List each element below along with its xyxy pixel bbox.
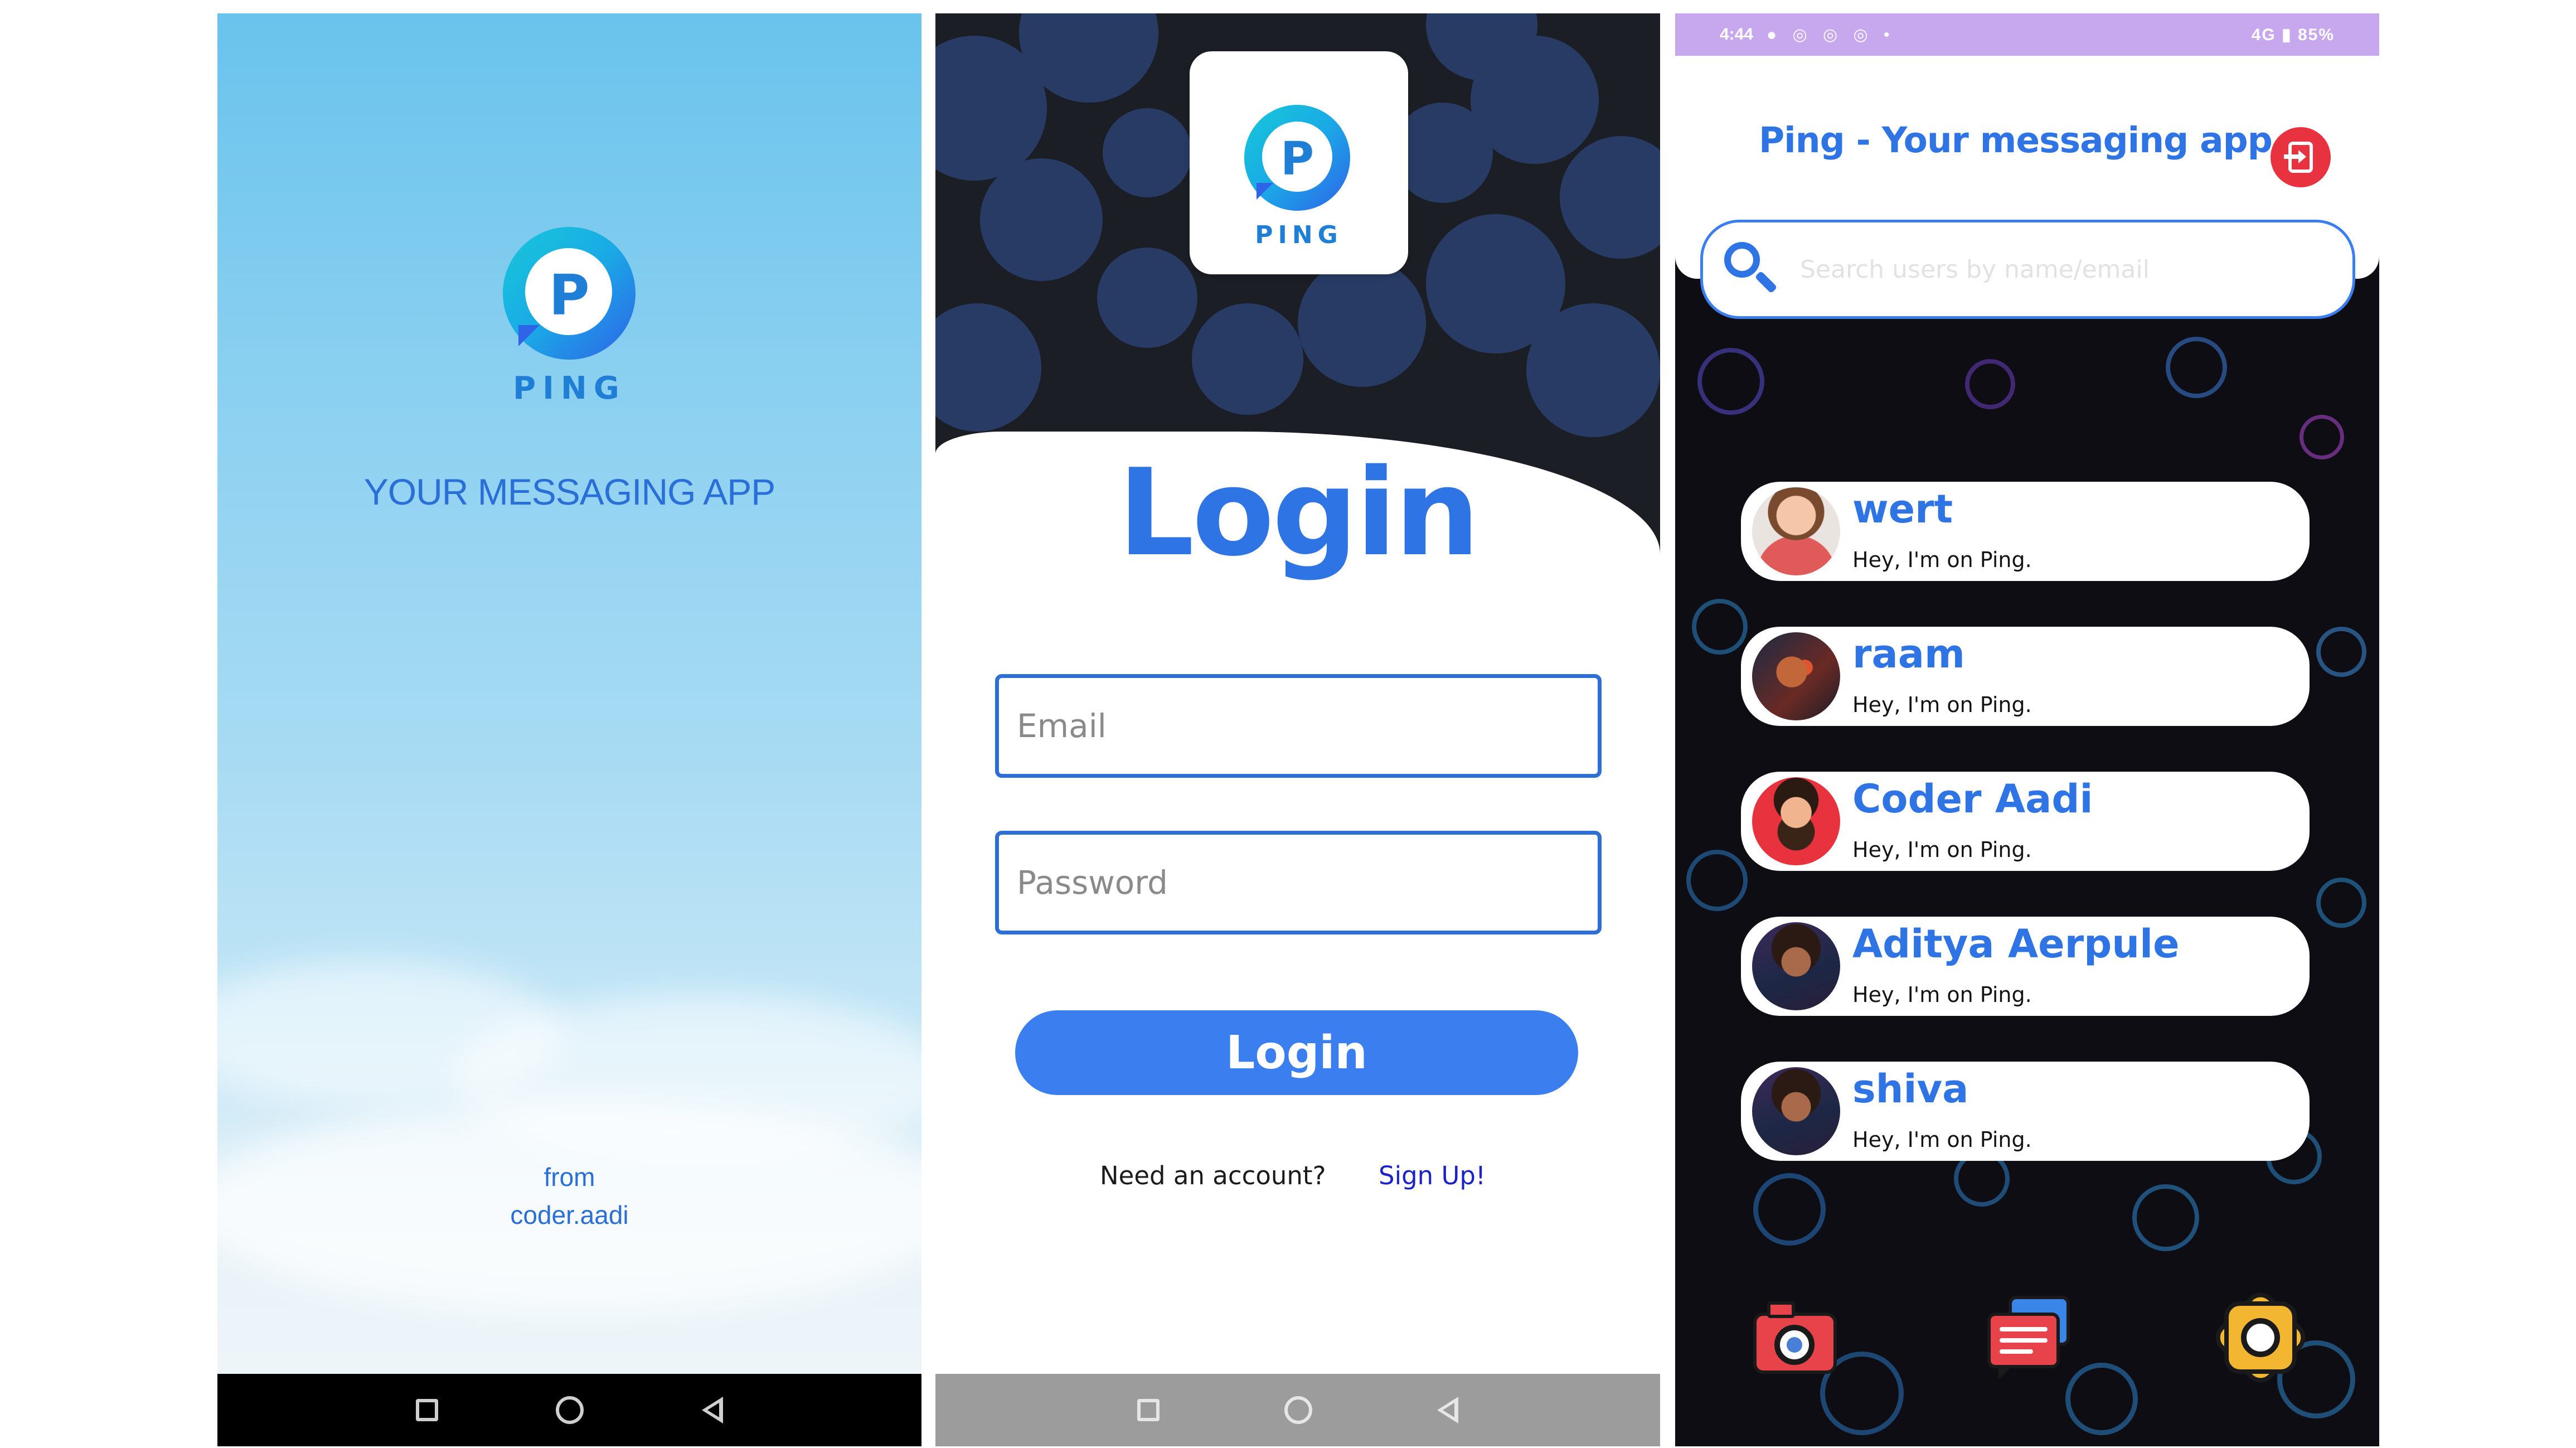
avatar — [1752, 922, 1840, 1010]
battery-label: 85% — [2297, 25, 2335, 44]
password-placeholder: Password — [1017, 864, 1168, 902]
email-placeholder: Email — [1017, 707, 1107, 745]
home-icon[interactable] — [1284, 1396, 1312, 1424]
avatar — [1752, 1067, 1840, 1155]
page-title: Login — [1118, 443, 1479, 583]
app-title: Ping - Your messaging app — [1759, 120, 2273, 161]
back-icon[interactable] — [1437, 1397, 1458, 1423]
chats-screen: 4:44 ● ◎ ◎ ◎ • 4G ▮ 85% Ping - Your mess… — [1675, 13, 2379, 1446]
login-screen: P PING Login Email Password Login Need a… — [935, 13, 1660, 1446]
ping-logo-icon: P — [503, 227, 635, 360]
author-label: coder.aadi — [510, 1200, 629, 1229]
user-status: Hey, I'm on Ping. — [1852, 837, 2032, 862]
user-name: shiva — [1852, 1066, 1969, 1112]
user-status: Hey, I'm on Ping. — [1852, 548, 2032, 572]
app-name: PING — [1255, 221, 1343, 249]
chat-list-item[interactable]: shiva Hey, I'm on Ping. — [1741, 1062, 2310, 1161]
login-button[interactable]: Login — [1015, 1010, 1578, 1095]
tagline: YOUR MESSAGING APP — [363, 471, 776, 512]
user-name: Coder Aadi — [1852, 776, 2093, 822]
user-status: Hey, I'm on Ping. — [1852, 1127, 2032, 1152]
status-bar: 4:44 ● ◎ ◎ ◎ • 4G ▮ 85% — [1675, 13, 2379, 56]
ping-logo-icon: P — [1244, 105, 1350, 211]
search-bar[interactable] — [1700, 220, 2355, 319]
user-name: Aditya Aerpule — [1852, 921, 2180, 967]
system-nav-bar — [935, 1374, 1660, 1446]
status-time: 4:44 — [1720, 25, 1754, 43]
settings-icon[interactable] — [2209, 1286, 2312, 1389]
search-icon[interactable] — [1720, 239, 1781, 300]
bottom-nav — [1675, 1286, 2379, 1402]
need-account-label: Need an account? — [1100, 1161, 1326, 1190]
status-right: 4G ▮ 85% — [2251, 25, 2335, 44]
network-label: 4G — [2251, 25, 2276, 44]
chat-list-item[interactable]: wert Hey, I'm on Ping. — [1741, 482, 2310, 581]
splash-screen: P PING YOUR MESSAGING APP from coder.aad… — [217, 13, 921, 1446]
user-name: raam — [1852, 631, 1965, 677]
from-label: from — [544, 1163, 595, 1192]
user-status: Hey, I'm on Ping. — [1852, 692, 2032, 717]
avatar — [1752, 632, 1840, 720]
recents-icon[interactable] — [415, 1399, 438, 1421]
chat-list-item[interactable]: raam Hey, I'm on Ping. — [1741, 627, 2310, 726]
chat-list-item[interactable]: Coder Aadi Hey, I'm on Ping. — [1741, 772, 2310, 871]
app-name: PING — [513, 370, 626, 406]
home-icon[interactable] — [556, 1396, 584, 1424]
avatar — [1752, 777, 1840, 865]
user-name: wert — [1852, 486, 1953, 532]
user-status: Hey, I'm on Ping. — [1852, 982, 2032, 1007]
camera-icon[interactable] — [1748, 1290, 1842, 1385]
notification-icons: ● ◎ ◎ ◎ • — [1767, 25, 1895, 44]
chat-list-item[interactable]: Aditya Aerpule Hey, I'm on Ping. — [1741, 917, 2310, 1016]
signup-link[interactable]: Sign Up! — [1379, 1161, 1486, 1190]
email-field[interactable]: Email — [995, 674, 1602, 778]
search-input[interactable] — [1800, 255, 2302, 284]
logout-button[interactable] — [2271, 127, 2331, 187]
logo-card: P PING — [1190, 51, 1408, 274]
chat-icon[interactable] — [1982, 1290, 2077, 1385]
password-field[interactable]: Password — [995, 831, 1602, 934]
back-icon[interactable] — [702, 1397, 724, 1423]
avatar — [1752, 487, 1840, 575]
system-nav-bar — [217, 1374, 921, 1446]
recents-icon[interactable] — [1137, 1399, 1160, 1421]
